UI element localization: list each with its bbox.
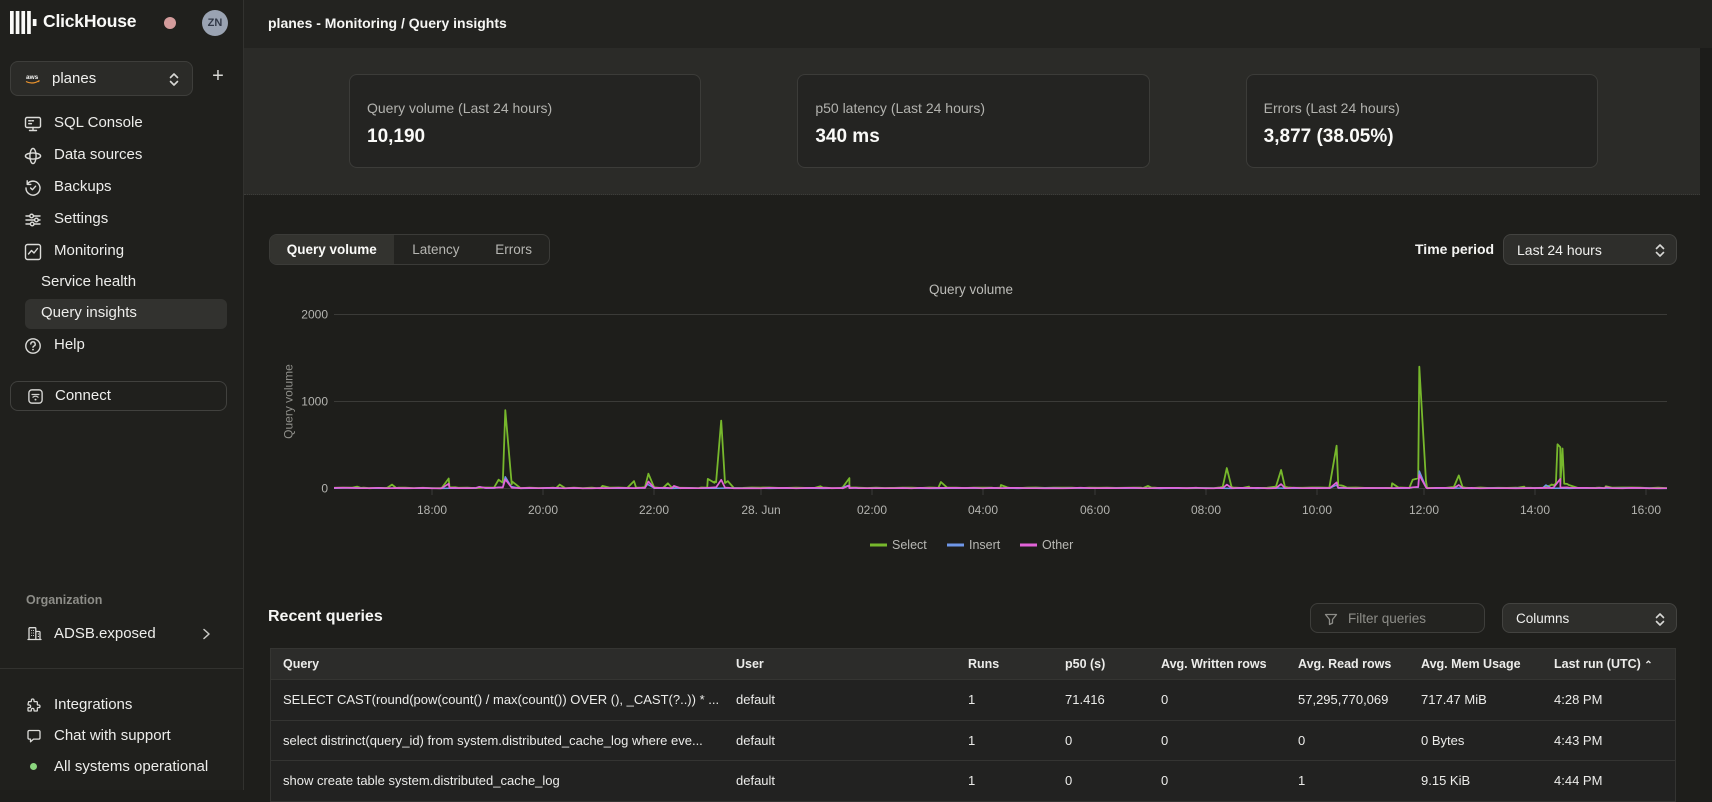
svg-text:Select: Select <box>892 538 927 552</box>
svg-text:Query volume: Query volume <box>282 364 296 439</box>
svg-text:02:00: 02:00 <box>857 503 887 517</box>
svg-text:0: 0 <box>321 482 328 496</box>
svg-text:10:00: 10:00 <box>1302 503 1332 517</box>
svg-text:aws: aws <box>26 74 39 81</box>
svg-text:22:00: 22:00 <box>639 503 669 517</box>
svg-text:Other: Other <box>1042 538 1073 552</box>
svg-text:20:00: 20:00 <box>528 503 558 517</box>
svg-text:06:00: 06:00 <box>1080 503 1110 517</box>
svg-text:Insert: Insert <box>969 538 1001 552</box>
svg-text:16:00: 16:00 <box>1631 503 1661 517</box>
svg-text:18:00: 18:00 <box>417 503 447 517</box>
svg-text:1000: 1000 <box>301 395 328 409</box>
svg-text:28. Jun: 28. Jun <box>741 503 780 517</box>
svg-text:2000: 2000 <box>301 308 328 322</box>
svg-text:14:00: 14:00 <box>1520 503 1550 517</box>
svg-text:12:00: 12:00 <box>1409 503 1439 517</box>
svg-text:Query volume: Query volume <box>929 282 1013 297</box>
svg-text:08:00: 08:00 <box>1191 503 1221 517</box>
svg-text:04:00: 04:00 <box>968 503 998 517</box>
